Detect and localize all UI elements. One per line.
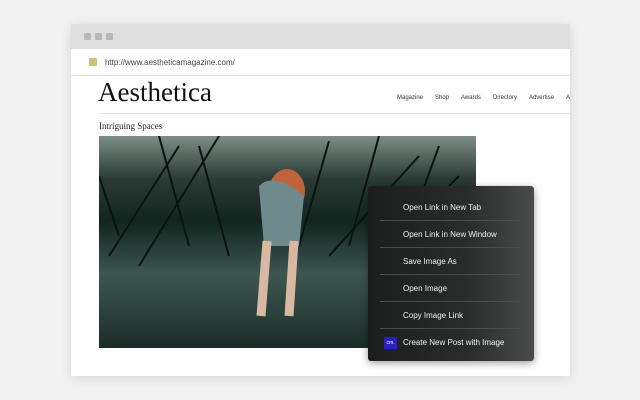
menu-save-image-as[interactable]: Save Image As: [380, 248, 520, 275]
divider: [98, 113, 570, 114]
menu-open-link-new-window[interactable]: Open Link in New Window: [380, 221, 520, 248]
nav-magazine[interactable]: Magazine: [397, 95, 423, 101]
address-bar[interactable]: http://www.aestheticamagazine.com/: [71, 49, 570, 76]
window-control[interactable]: [84, 33, 91, 40]
lock-icon: [89, 58, 97, 66]
window-control[interactable]: [106, 33, 113, 40]
menu-label: Save Image As: [403, 256, 457, 266]
nav-advertise[interactable]: Advertise: [529, 95, 554, 101]
window-control[interactable]: [95, 33, 102, 40]
nav-shop[interactable]: Shop: [435, 95, 449, 101]
menu-label: Open Link in New Window: [403, 229, 497, 239]
site-logo[interactable]: Aesthetica: [98, 77, 212, 108]
menu-open-image[interactable]: Open Image: [380, 275, 520, 302]
nav-directory[interactable]: Directory: [493, 95, 517, 101]
nav-more[interactable]: A: [566, 95, 570, 101]
context-menu: Open Link in New Tab Open Link in New Wi…: [368, 186, 534, 361]
title-bar: [71, 24, 570, 49]
menu-create-new-post[interactable]: cm. Create New Post with Image: [380, 329, 520, 356]
menu-label: Open Link in New Tab: [403, 202, 482, 212]
url-text[interactable]: http://www.aestheticamagazine.com/: [105, 58, 235, 67]
menu-label: Create New Post with Image: [403, 338, 505, 347]
menu-label: Open Image: [403, 283, 448, 293]
nav-awards[interactable]: Awards: [461, 95, 481, 101]
extension-icon: cm.: [384, 336, 397, 349]
menu-copy-image-link[interactable]: Copy Image Link: [380, 302, 520, 329]
menu-open-link-new-tab[interactable]: Open Link in New Tab: [380, 194, 520, 221]
article-heading[interactable]: Intriguing Spaces: [99, 121, 162, 131]
site-nav: Magazine Shop Awards Directory Advertise…: [397, 95, 570, 101]
menu-label: Copy Image Link: [403, 310, 464, 320]
